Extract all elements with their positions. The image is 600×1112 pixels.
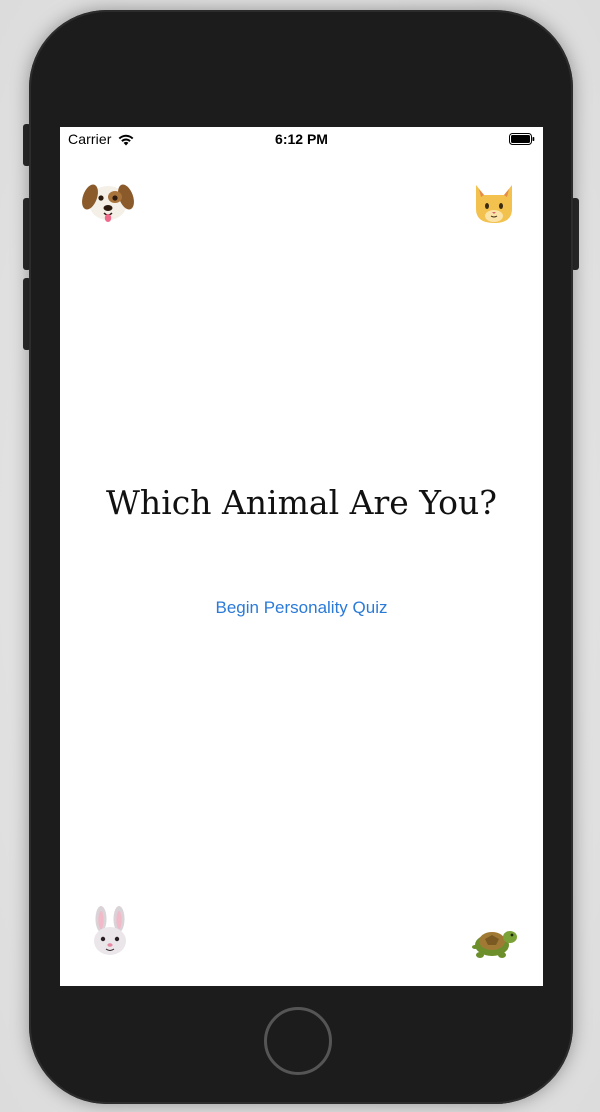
- home-button[interactable]: [264, 1007, 332, 1075]
- battery-icon: [509, 133, 535, 145]
- status-time: 6:12 PM: [275, 131, 328, 147]
- turtle-icon: [472, 931, 517, 958]
- dog-face-icon: [82, 184, 134, 222]
- page-title: Which Animal Are You?: [106, 483, 497, 522]
- begin-quiz-button[interactable]: Begin Personality Quiz: [60, 598, 543, 618]
- cat-face-icon: [476, 185, 512, 223]
- status-bar: Carrier 6:12 PM: [60, 127, 543, 151]
- rabbit-face-icon: [94, 906, 126, 955]
- simulator-stage: Carrier 6:12 PM Which Animal Are You? Be…: [0, 0, 600, 1112]
- app-screen: Carrier 6:12 PM Which Animal Are You? Be…: [60, 127, 543, 986]
